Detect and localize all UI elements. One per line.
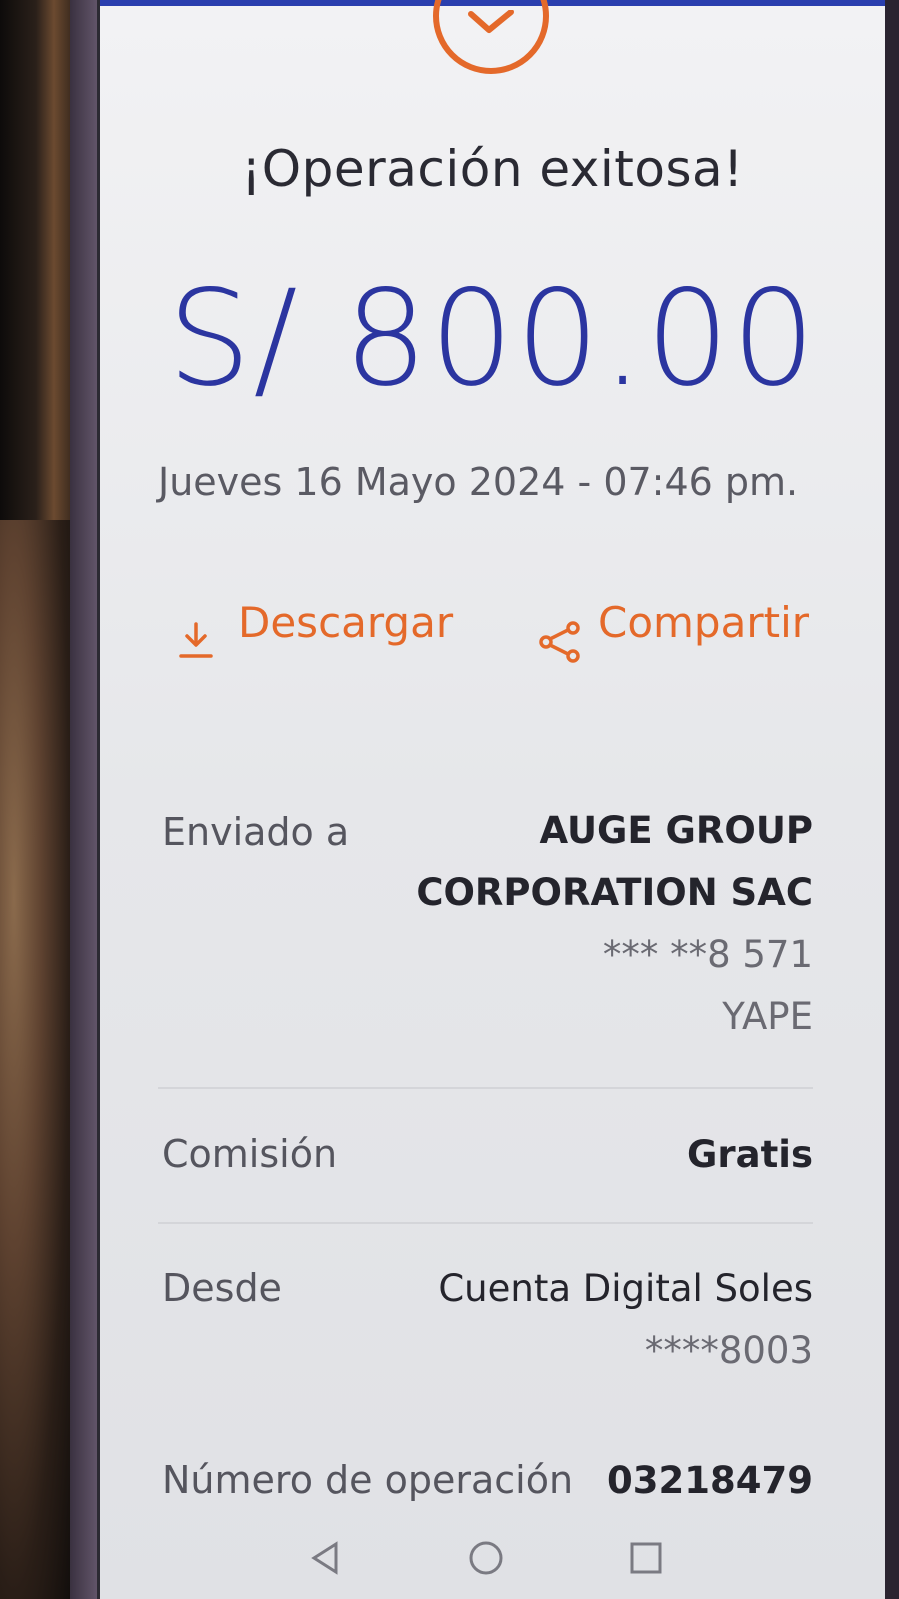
from-account: Cuenta Digital Soles	[438, 1267, 813, 1310]
android-nav-bar	[100, 1528, 885, 1599]
operation-datetime: Jueves 16 Mayo 2024 - 07:46 pm.	[158, 460, 799, 504]
from-value: Cuenta Digital Soles ****8003	[438, 1258, 813, 1382]
checkmark-circle-icon	[433, 0, 549, 74]
home-circle-icon[interactable]	[466, 1538, 506, 1582]
recents-square-icon[interactable]	[626, 1538, 666, 1582]
sent-to-value: AUGE GROUP CORPORATION SAC *** **8 571 Y…	[416, 800, 813, 1048]
recipient-name-line1: AUGE GROUP	[539, 809, 813, 852]
recipient-name-line2: CORPORATION SAC	[416, 871, 813, 914]
recipient-number: *** **8 571	[602, 933, 813, 976]
operation-number-label: Número de operación	[162, 1458, 574, 1502]
share-label: Compartir	[598, 598, 810, 647]
from-account-number: ****8003	[644, 1329, 813, 1372]
back-triangle-icon[interactable]	[306, 1538, 346, 1582]
recipient-channel: YAPE	[722, 995, 813, 1038]
download-icon	[178, 620, 214, 672]
share-icon	[538, 620, 582, 674]
sent-to-label: Enviado a	[162, 810, 350, 854]
amount: S/ 800.00	[167, 262, 818, 416]
thumb	[0, 520, 70, 1599]
checkmark-icon	[468, 10, 514, 33]
commission-label: Comisión	[162, 1132, 338, 1176]
operation-number-value: 03218479	[607, 1459, 813, 1502]
from-label: Desde	[162, 1266, 282, 1310]
divider	[158, 1087, 813, 1089]
download-label: Descargar	[238, 598, 454, 647]
commission-value: Gratis	[687, 1133, 813, 1176]
photo-scene: ¡Operación exitosa! S/ 800.00 Jueves 16 …	[0, 0, 899, 1599]
phone-screen: ¡Operación exitosa! S/ 800.00 Jueves 16 …	[97, 0, 885, 1599]
divider	[158, 1222, 813, 1224]
success-title: ¡Operación exitosa!	[241, 140, 744, 198]
